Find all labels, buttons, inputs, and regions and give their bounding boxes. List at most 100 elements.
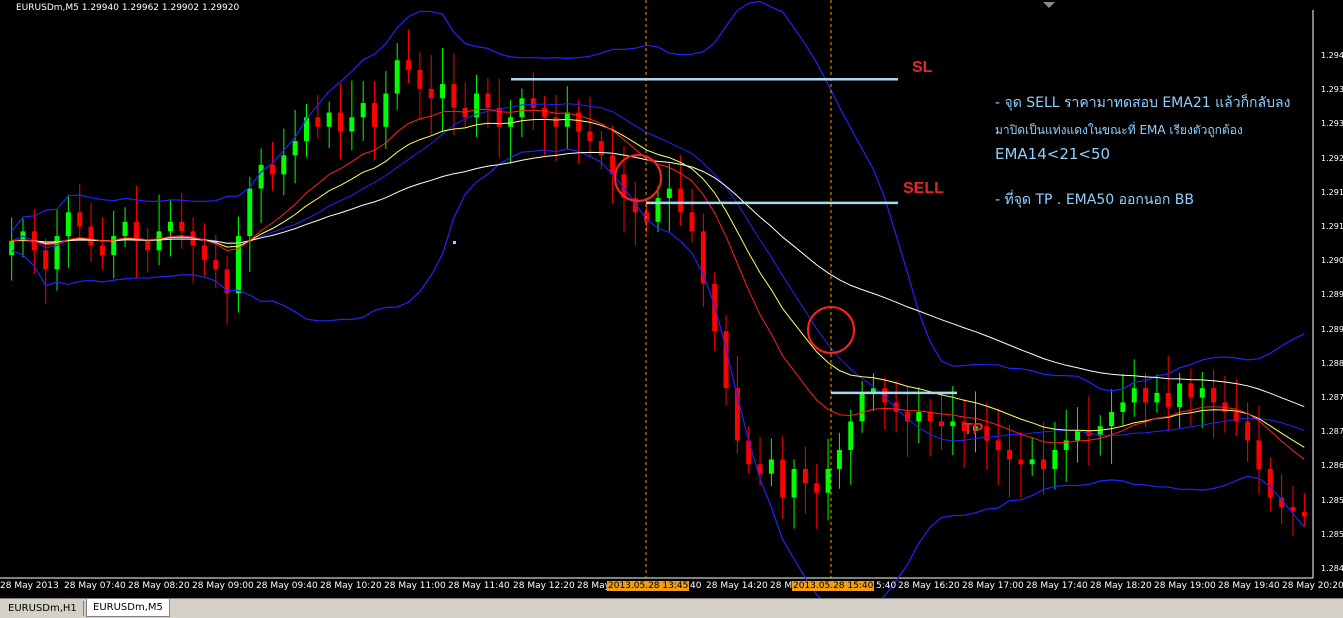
- bear-candle: [406, 60, 412, 70]
- shift-marker-icon: [1043, 2, 1055, 8]
- x-highlight-time: 2013.05.28 15:40: [792, 581, 875, 591]
- y-tick-label: 1.287: [1321, 393, 1343, 402]
- bull-candle: [768, 459, 774, 474]
- bull-candle: [235, 236, 241, 294]
- bull-candle: [167, 221, 173, 232]
- x-tick-label: 5:40: [876, 581, 897, 591]
- bear-candle: [587, 131, 593, 142]
- bear-candle: [315, 117, 321, 127]
- tp-label: TP: [963, 421, 984, 438]
- bear-candle: [1188, 383, 1194, 398]
- bear-candle: [1007, 449, 1013, 460]
- bear-candle: [1143, 388, 1149, 403]
- bull-candle: [836, 449, 842, 469]
- y-tick-label: 1.291: [1321, 187, 1343, 197]
- bear-candle: [689, 212, 695, 232]
- x-tick-label: 28 May 17:00: [962, 581, 1024, 591]
- bear-candle: [99, 245, 105, 256]
- bear-candle: [1256, 440, 1262, 469]
- bear-candle: [927, 411, 933, 422]
- bear-candle: [598, 141, 604, 156]
- bear-candle: [43, 250, 49, 270]
- sl-label: SL: [912, 59, 933, 76]
- tab-eurusd-m5[interactable]: EURUSDm,M5: [86, 599, 170, 617]
- bull-candle: [111, 236, 117, 256]
- x-tick-label: 28 May 2013: [0, 581, 59, 591]
- bull-candle: [156, 231, 162, 251]
- bull-candle: [1131, 388, 1137, 403]
- x-tick-label: 28 May 17:40: [1026, 581, 1088, 591]
- bear-candle: [179, 221, 185, 232]
- bull-candle: [916, 411, 922, 422]
- bear-candle: [338, 112, 344, 132]
- x-tick-label: 28 May 07:40: [64, 581, 126, 591]
- bull-candle: [258, 164, 264, 189]
- x-tick-label: 28 May 14:20: [706, 581, 768, 591]
- bull-candle: [666, 188, 672, 199]
- x-tick-label: 28 May 19:40: [1218, 581, 1280, 591]
- x-tick-label: 28 May 16:20: [898, 581, 960, 591]
- bull-candle: [1109, 411, 1115, 427]
- x-tick-label: 28 May 19:00: [1154, 581, 1216, 591]
- bull-candle: [349, 117, 355, 132]
- bear-candle: [77, 212, 83, 227]
- bull-candle: [247, 188, 253, 237]
- y-tick-label: 1.292: [1321, 153, 1343, 163]
- note-line-1: - จุด SELL ราคามาทดสอบ EMA21 แล้วก็กลับล…: [995, 95, 1291, 111]
- bull-candle: [292, 141, 298, 156]
- y-tick-label: 1.288: [1321, 358, 1343, 368]
- x-tick-label: 28 May: [577, 581, 610, 591]
- x-tick-label: 40: [690, 581, 702, 591]
- bull-candle: [1029, 459, 1035, 465]
- bear-candle: [802, 468, 808, 484]
- y-tick-label: 1.284: [1321, 564, 1343, 573]
- bull-candle: [383, 93, 389, 127]
- tab-eurusd-h1[interactable]: EURUSDm,H1: [2, 601, 84, 616]
- bull-candle: [122, 221, 128, 237]
- bear-candle: [553, 117, 559, 127]
- y-tick-label: 1.290: [1321, 256, 1343, 266]
- chart-dot: [453, 241, 456, 244]
- y-tick-label: 1.286: [1321, 461, 1343, 471]
- bull-candle: [508, 117, 514, 127]
- bull-candle: [9, 240, 15, 256]
- chart-canvas[interactable]: [0, 0, 1343, 598]
- sell-label: SELL: [903, 180, 944, 197]
- chart-tab-bar: EURUSDm,H1 EURUSDm,M5: [0, 598, 1343, 618]
- bear-candle: [530, 98, 536, 108]
- x-tick-label: 28 May 09:40: [256, 581, 318, 591]
- bear-candle: [417, 69, 423, 89]
- bear-candle: [213, 259, 219, 270]
- y-tick-label: 1.293: [1321, 119, 1343, 129]
- y-tick-label: 1.285: [1321, 529, 1343, 539]
- x-tick-label: 28 May 11:40: [448, 581, 510, 591]
- bear-candle: [678, 188, 684, 213]
- y-tick-label: 1.289: [1321, 290, 1343, 300]
- bull-candle: [360, 103, 366, 118]
- y-tick-label: 1.285: [1321, 495, 1343, 505]
- x-tick-label: 28 May 20:20: [1282, 581, 1343, 591]
- bear-candle: [814, 483, 820, 493]
- bull-candle: [326, 112, 332, 127]
- bull-candle: [519, 98, 525, 118]
- bull-candle: [1052, 449, 1058, 469]
- bear-candle: [145, 240, 151, 251]
- x-tick-label: 28 May 11:00: [384, 581, 446, 591]
- note-line-3: EMA14<21<50: [995, 145, 1111, 163]
- x-tick-label: 28 May 10:20: [320, 581, 382, 591]
- bear-candle: [1245, 421, 1251, 441]
- bull-candle: [394, 60, 400, 94]
- bear-candle: [1165, 392, 1171, 408]
- x-tick-label: 28 May 09:00: [192, 581, 254, 591]
- bull-candle: [848, 421, 854, 450]
- note-line-4: - ที่จุด TP . EMA50 ออกนอก BB: [995, 192, 1194, 208]
- bear-candle: [88, 226, 94, 246]
- bear-candle: [428, 88, 434, 99]
- x-tick-label: 28 May 08:20: [128, 581, 190, 591]
- bull-candle: [791, 468, 797, 498]
- bull-candle: [1154, 392, 1160, 403]
- x-tick-label: 28 May 12:20: [513, 581, 575, 591]
- bear-candle: [542, 107, 548, 118]
- bear-candle: [451, 84, 457, 108]
- bear-candle: [938, 421, 944, 427]
